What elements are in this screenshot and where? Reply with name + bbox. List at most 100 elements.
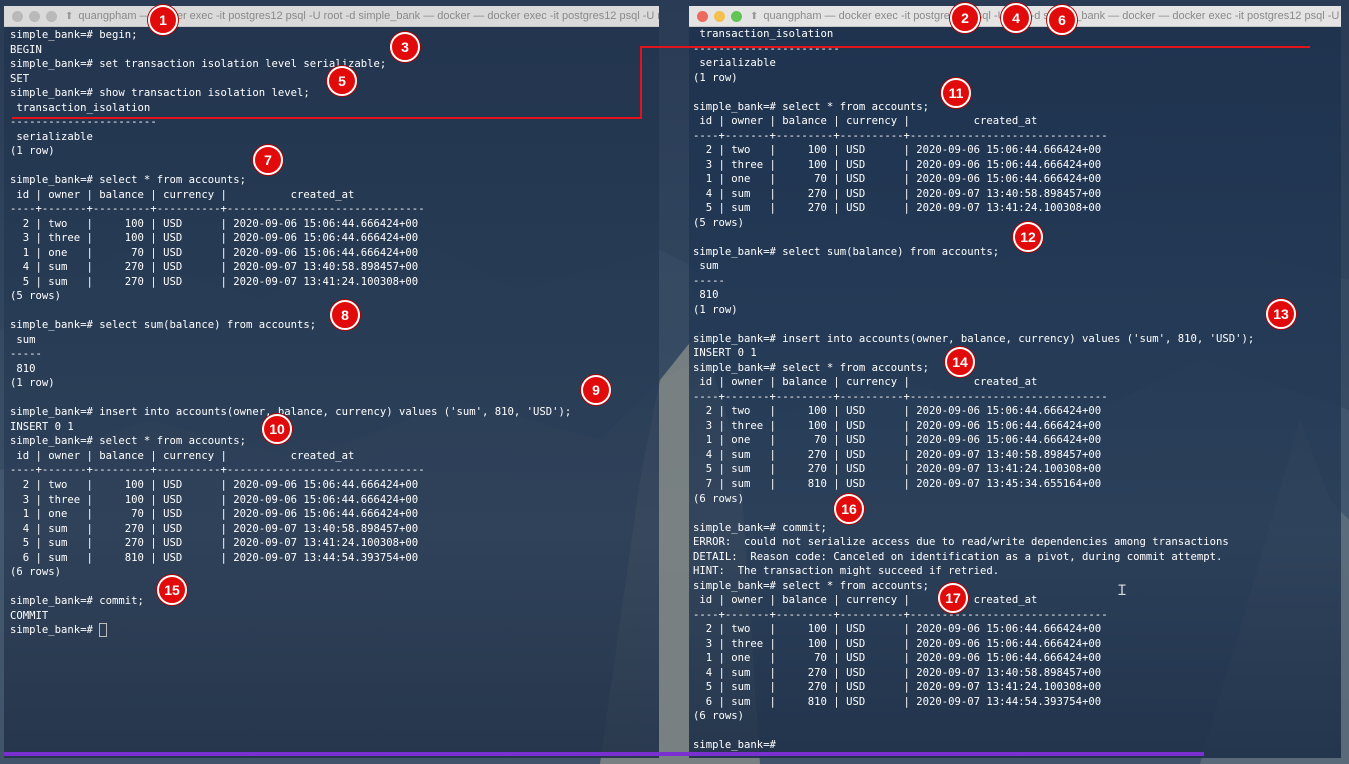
zoom-icon[interactable]: [46, 10, 57, 22]
right-terminal-line: -----: [693, 274, 725, 287]
step-badge-13: 13: [1266, 299, 1296, 329]
left-terminal-line: simple_bank=# show transaction isolation…: [10, 87, 310, 100]
left-terminal-line: 2 | two | 100 | USD | 2020-09-06 15:06:4…: [10, 217, 419, 230]
right-terminal-line: simple_bank=# select * from accounts;: [693, 100, 929, 113]
left-terminal-line: ----+-------+---------+----------+------…: [10, 203, 425, 216]
left-terminal-line: (6 rows): [10, 566, 62, 579]
left-terminal-line: 6 | sum | 810 | USD | 2020-09-07 13:44:5…: [10, 551, 419, 564]
left-terminal-line: INSERT 0 1: [10, 420, 74, 433]
right-terminal-line: (6 rows): [693, 492, 745, 505]
right-terminal-line: sum: [693, 260, 719, 273]
left-terminal-line: 4 | sum | 270 | USD | 2020-09-07 13:40:5…: [10, 522, 419, 535]
text-cursor-icon: Ｉ: [1115, 583, 1129, 599]
right-terminal-window[interactable]: ⬆ quangpham — docker exec -it postgres12…: [689, 6, 1341, 758]
right-terminal-line: 4 | sum | 270 | USD | 2020-09-07 13:40:5…: [693, 666, 1102, 679]
annotation-line: [12, 117, 642, 119]
right-terminal-line: (6 rows): [693, 710, 745, 723]
left-terminal-prompt[interactable]: simple_bank=#: [10, 624, 99, 636]
zoom-icon[interactable]: [731, 10, 742, 22]
left-terminal-line: BEGIN: [10, 43, 42, 56]
left-terminal-line: 3 | three | 100 | USD | 2020-09-06 15:06…: [10, 493, 419, 506]
right-terminal-line: ERROR: could not serialize access due to…: [693, 536, 1229, 549]
left-terminal-line: ----+-------+---------+----------+------…: [10, 464, 425, 477]
terminal-cursor: [99, 623, 108, 638]
left-terminal-output[interactable]: simple_bank=# begin; BEGIN simple_bank=#…: [10, 28, 571, 638]
right-terminal-line: simple_bank=# insert into accounts(owner…: [693, 332, 1255, 345]
right-terminal-line: 5 | sum | 270 | USD | 2020-09-07 13:41:2…: [693, 202, 1102, 215]
step-badge-9: 9: [581, 375, 611, 405]
left-terminal-line: simple_bank=# select * from accounts;: [10, 174, 246, 187]
right-terminal-line: 3 | three | 100 | USD | 2020-09-06 15:06…: [693, 158, 1102, 171]
right-terminal-line: id | owner | balance | currency | create…: [693, 594, 1038, 607]
step-badge-8: 8: [330, 300, 360, 330]
right-terminal-line: simple_bank=# select * from accounts;: [693, 361, 929, 374]
minimize-icon[interactable]: [714, 10, 725, 22]
right-terminal-line: (1 row): [693, 303, 738, 316]
right-terminal-line: 2 | two | 100 | USD | 2020-09-06 15:06:4…: [693, 144, 1102, 157]
left-terminal-line: simple_bank=# begin;: [10, 29, 138, 41]
right-terminal-line: ----+-------+---------+----------+------…: [693, 608, 1108, 621]
right-terminal-line: ----+-------+---------+----------+------…: [693, 129, 1108, 142]
right-terminal-line: transaction_isolation: [693, 28, 834, 40]
left-terminal-line: (1 row): [10, 145, 55, 158]
left-terminal-line: 810: [10, 362, 36, 375]
right-terminal-line: HINT: The transaction might succeed if r…: [693, 565, 1000, 578]
annotation-line: [640, 46, 1310, 48]
folder-icon: ⬆: [750, 10, 759, 22]
step-badge-3: 3: [390, 32, 420, 62]
step-badge-12: 12: [1013, 222, 1043, 252]
left-terminal-line: simple_bank=# select sum(balance) from a…: [10, 319, 317, 332]
right-terminal-line: 3 | three | 100 | USD | 2020-09-06 15:06…: [693, 637, 1102, 650]
right-terminal-line: 1 | one | 70 | USD | 2020-09-06 15:06:44…: [693, 434, 1102, 447]
left-terminal-line: id | owner | balance | currency | create…: [10, 449, 355, 462]
step-badge-2: 2: [950, 3, 980, 33]
left-terminal-line: 2 | two | 100 | USD | 2020-09-06 15:06:4…: [10, 478, 419, 491]
right-terminal-output[interactable]: transaction_isolation ------------------…: [693, 27, 1254, 753]
right-terminal-line: 5 | sum | 270 | USD | 2020-09-07 13:41:2…: [693, 681, 1102, 694]
left-terminal-line: sum: [10, 333, 36, 346]
right-terminal-line: simple_bank=# select * from accounts;: [693, 579, 929, 592]
left-terminal-line: 5 | sum | 270 | USD | 2020-09-07 13:41:2…: [10, 537, 419, 550]
right-terminal-line: 1 | one | 70 | USD | 2020-09-06 15:06:44…: [693, 173, 1102, 186]
right-terminal-line: 1 | one | 70 | USD | 2020-09-06 15:06:44…: [693, 652, 1102, 665]
right-terminal-line: INSERT 0 1: [693, 347, 757, 360]
right-terminal-line: simple_bank=#: [693, 739, 776, 752]
folder-icon: ⬆: [65, 10, 74, 22]
right-terminal-line: 4 | sum | 270 | USD | 2020-09-07 13:40:5…: [693, 187, 1102, 200]
step-badge-1: 1: [148, 5, 178, 35]
left-title-bar[interactable]: ⬆ quangpham — docker exec -it postgres12…: [4, 6, 659, 27]
left-terminal-line: 1 | one | 70 | USD | 2020-09-06 15:06:44…: [10, 246, 419, 259]
left-terminal-line: (5 rows): [10, 290, 62, 303]
right-terminal-line: 7 | sum | 810 | USD | 2020-09-07 13:45:3…: [693, 477, 1102, 490]
right-terminal-line: 6 | sum | 810 | USD | 2020-09-07 13:44:5…: [693, 695, 1102, 708]
right-terminal-line: (5 rows): [693, 216, 745, 229]
right-terminal-line: 3 | three | 100 | USD | 2020-09-06 15:06…: [693, 419, 1102, 432]
step-badge-10: 10: [262, 414, 292, 444]
right-terminal-line: 810: [693, 289, 719, 302]
right-terminal-line: simple_bank=# select sum(balance) from a…: [693, 245, 1000, 258]
right-terminal-line: id | owner | balance | currency | create…: [693, 376, 1038, 389]
left-terminal-line: 3 | three | 100 | USD | 2020-09-06 15:06…: [10, 232, 419, 245]
right-terminal-line: 4 | sum | 270 | USD | 2020-09-07 13:40:5…: [693, 448, 1102, 461]
right-terminal-line: 5 | sum | 270 | USD | 2020-09-07 13:41:2…: [693, 463, 1102, 476]
right-terminal-line: -----------------------: [693, 42, 840, 55]
left-terminal-line: serializable: [10, 130, 93, 143]
progress-bar: [4, 752, 1204, 756]
step-badge-11: 11: [941, 78, 971, 108]
right-window-controls: [689, 10, 750, 22]
close-icon[interactable]: [12, 10, 23, 22]
left-terminal-line: SET: [10, 72, 30, 85]
right-terminal-line: serializable: [693, 57, 776, 70]
step-badge-6: 6: [1047, 5, 1077, 35]
left-terminal-line: simple_bank=# insert into accounts(owner…: [10, 406, 572, 419]
right-terminal-line: ----+-------+---------+----------+------…: [693, 390, 1108, 403]
annotation-line: [640, 48, 642, 119]
left-terminal-line: 5 | sum | 270 | USD | 2020-09-07 13:41:2…: [10, 275, 419, 288]
close-icon[interactable]: [697, 10, 708, 22]
minimize-icon[interactable]: [29, 10, 40, 22]
left-terminal-line: 4 | sum | 270 | USD | 2020-09-07 13:40:5…: [10, 261, 419, 274]
step-badge-5: 5: [327, 66, 357, 96]
step-badge-16: 16: [834, 494, 864, 524]
left-window-controls: [4, 10, 65, 22]
step-badge-15: 15: [157, 575, 187, 605]
